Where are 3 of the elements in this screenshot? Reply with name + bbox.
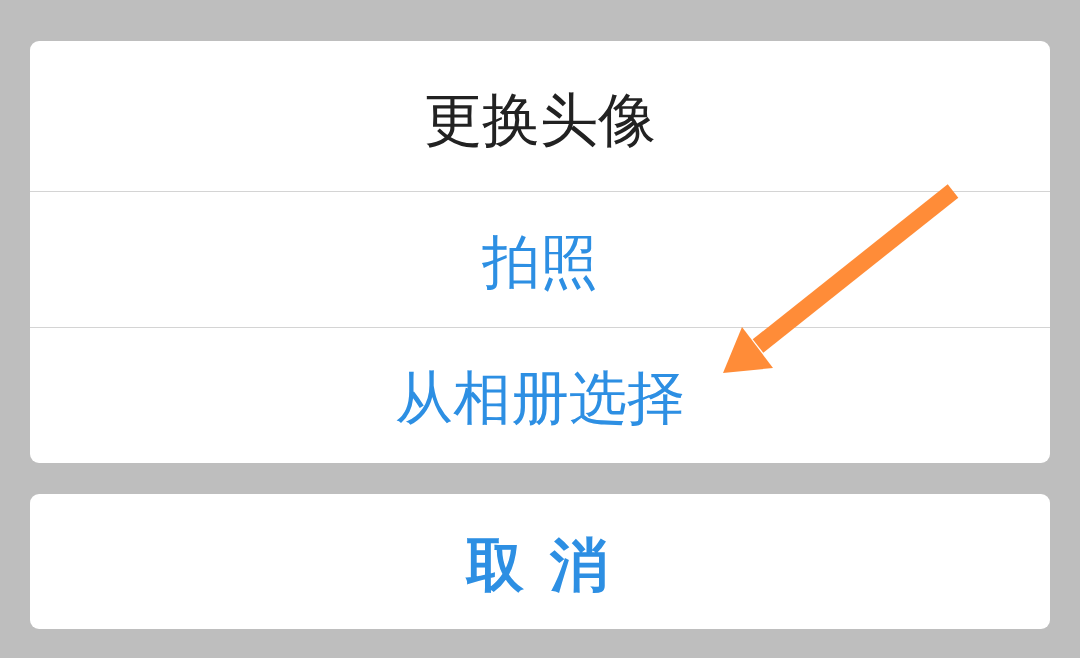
sheet-option[interactable]: 拍照 bbox=[30, 191, 1050, 327]
cancel-button[interactable]: 取 消 bbox=[30, 494, 1050, 629]
sheet-title: 更换头像 bbox=[424, 87, 656, 150]
